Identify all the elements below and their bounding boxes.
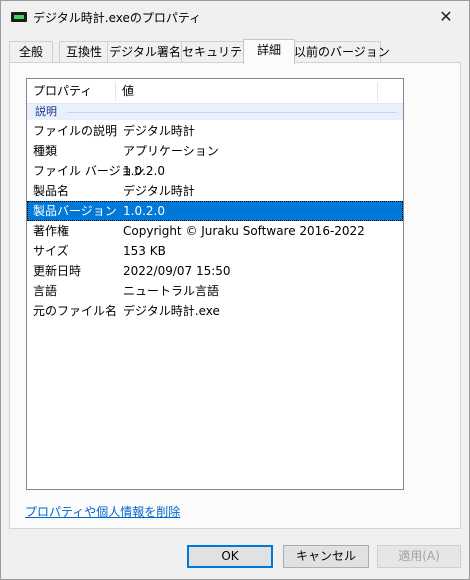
property-value: デジタル時計 [123, 124, 195, 138]
cancel-button[interactable]: キャンセル [283, 545, 369, 568]
property-row[interactable]: 製品名 デジタル時計 [27, 181, 403, 201]
apply-button[interactable]: 適用(A) [377, 545, 461, 568]
property-row[interactable]: 元のファイル名 デジタル時計.exe [27, 301, 403, 321]
property-value: 1.0.2.0 [123, 164, 165, 178]
property-value: デジタル時計 [123, 184, 195, 198]
tab-digital-signatures[interactable]: デジタル署名 [107, 41, 183, 63]
property-name: 元のファイル名 [33, 304, 118, 318]
details-panel: プロパティ 値 説明 ファイルの説明 デジタル時計 種類 アプリケーション ファ… [9, 62, 461, 529]
property-name: 製品名 [33, 184, 70, 198]
ok-button[interactable]: OK [187, 545, 273, 568]
dialog-buttons: OK キャンセル 適用(A) [1, 539, 469, 579]
tab-general[interactable]: 全般 [9, 41, 53, 63]
property-name: 種類 [33, 144, 58, 158]
property-row[interactable]: 種類 アプリケーション [27, 141, 403, 161]
tab-security[interactable]: セキュリティ [181, 41, 253, 63]
remove-properties-link[interactable]: プロパティや個人情報を削除 [25, 503, 180, 520]
group-divider [67, 112, 397, 113]
property-name: 言語 [33, 284, 58, 298]
group-header-description[interactable]: 説明 [27, 104, 403, 120]
properties-window: デジタル時計.exeのプロパティ ✕ 全般 互換性 デジタル署名 セキュリティ … [0, 0, 470, 580]
property-value: デジタル時計.exe [123, 304, 220, 318]
property-name: 更新日時 [33, 264, 82, 278]
close-icon[interactable]: ✕ [423, 1, 469, 33]
property-row[interactable]: サイズ 153 KB [27, 241, 403, 261]
tab-previous-versions[interactable]: 以前のバージョン [293, 41, 390, 63]
property-value: Copyright © Juraku Software 2016-2022 [123, 224, 365, 238]
property-row[interactable]: 言語 ニュートラル言語 [27, 281, 403, 301]
column-header-property[interactable]: プロパティ [27, 79, 92, 103]
property-row-selected[interactable]: 製品バージョン 1.0.2.0 [27, 201, 403, 221]
property-value: ニュートラル言語 [123, 284, 220, 298]
column-divider[interactable] [377, 82, 378, 101]
property-name: 著作権 [33, 224, 70, 238]
tab-strip: 全般 互換性 デジタル署名 セキュリティ 詳細 以前のバージョン [9, 39, 461, 64]
property-name: サイズ [33, 244, 69, 258]
digital-clock-app-icon [11, 12, 27, 22]
property-row[interactable]: 著作権 Copyright © Juraku Software 2016-202… [27, 221, 403, 241]
property-value: 153 KB [123, 244, 166, 258]
title-bar[interactable]: デジタル時計.exeのプロパティ ✕ [1, 1, 469, 33]
list-header: プロパティ 値 [27, 79, 403, 104]
property-name: ファイルの説明 [33, 124, 118, 138]
window-title: デジタル時計.exeのプロパティ [33, 11, 202, 25]
group-label: 説明 [35, 105, 57, 118]
property-value: 1.0.2.0 [123, 204, 165, 218]
column-header-value[interactable]: 値 [116, 79, 134, 103]
tab-details[interactable]: 詳細 [243, 39, 295, 64]
property-value: 2022/09/07 15:50 [123, 264, 231, 278]
details-list[interactable]: プロパティ 値 説明 ファイルの説明 デジタル時計 種類 アプリケーション ファ… [26, 78, 404, 490]
property-row[interactable]: 更新日時 2022/09/07 15:50 [27, 261, 403, 281]
property-value: アプリケーション [123, 144, 219, 158]
property-row[interactable]: ファイル バージョン 1.0.2.0 [27, 161, 403, 181]
property-row[interactable]: ファイルの説明 デジタル時計 [27, 121, 403, 141]
property-rows: ファイルの説明 デジタル時計 種類 アプリケーション ファイル バージョン 1.… [27, 121, 403, 321]
tab-compatibility[interactable]: 互換性 [59, 41, 109, 63]
property-name: 製品バージョン [33, 204, 117, 218]
